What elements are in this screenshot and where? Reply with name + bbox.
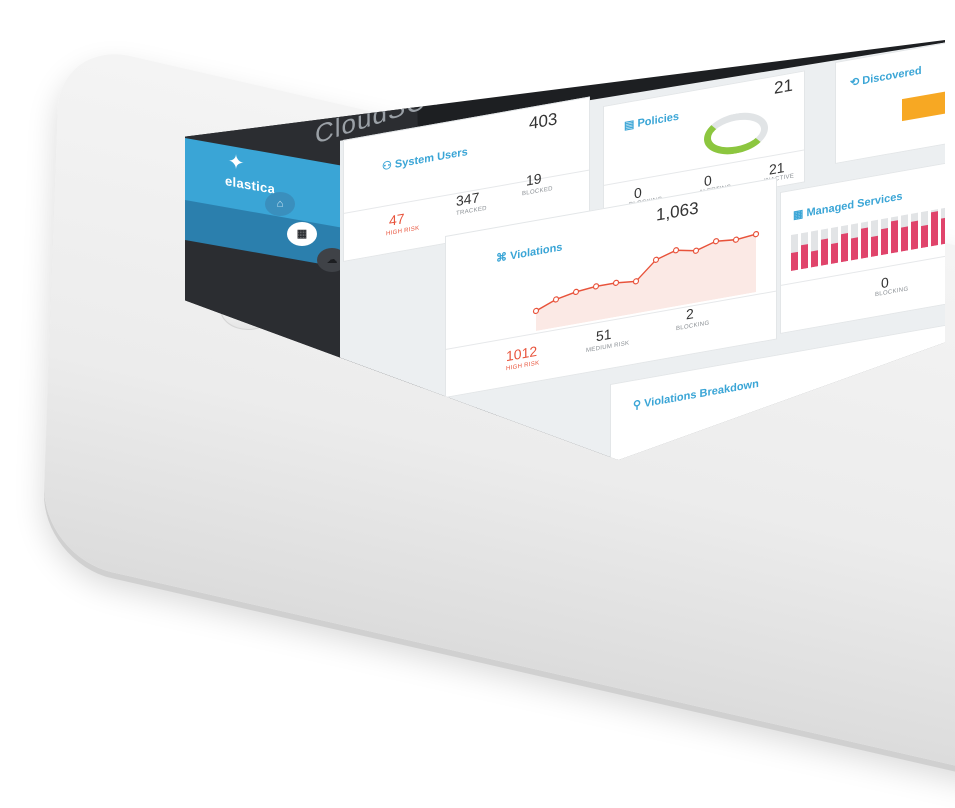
discovered-bar (902, 88, 945, 122)
discovered-title: Discovered (862, 64, 922, 88)
violations-breakdown-title: Violations Breakdown (644, 377, 759, 410)
card-title: ⟲ Discovered (850, 64, 922, 90)
home-icon[interactable]: ⌂ (265, 192, 295, 216)
stat-medium-risk-label: MEDIUM RISK (586, 340, 630, 355)
stat-blocking: 2 (686, 305, 694, 323)
stat-blocking: 0 (634, 184, 642, 202)
policies-donut (704, 107, 768, 160)
stat-medium-risk: 51 (596, 325, 612, 345)
violations-total: 1,063 (656, 198, 699, 225)
card-title: ▤ Policies (624, 110, 680, 133)
stat-blocked: 19 (526, 169, 542, 189)
stat-tracked: 347 (456, 188, 480, 210)
system-users-title: System Users (394, 146, 468, 171)
policies-title: Policies (637, 110, 680, 130)
stat-blocking: 0 (881, 273, 889, 292)
grid-icon[interactable]: ▦ (287, 222, 317, 246)
card-discovered[interactable]: ⟲ Discovered (835, 40, 945, 164)
system-users-total: 403 (529, 109, 558, 134)
card-title: ⚲ Violations Breakdown (633, 377, 759, 412)
policies-total: 21 (774, 75, 793, 98)
stat-blocking-label: BLOCKING (676, 320, 710, 333)
card-title: ⚇ System Users (382, 146, 468, 174)
brand-name: elastica (225, 173, 276, 197)
stat-alerting: 0 (704, 171, 712, 190)
elastica-logo-icon: ✦ (227, 150, 245, 176)
stat-high-risk: 47 (389, 210, 405, 229)
stat-blocking-label: BLOCKING (875, 286, 909, 299)
